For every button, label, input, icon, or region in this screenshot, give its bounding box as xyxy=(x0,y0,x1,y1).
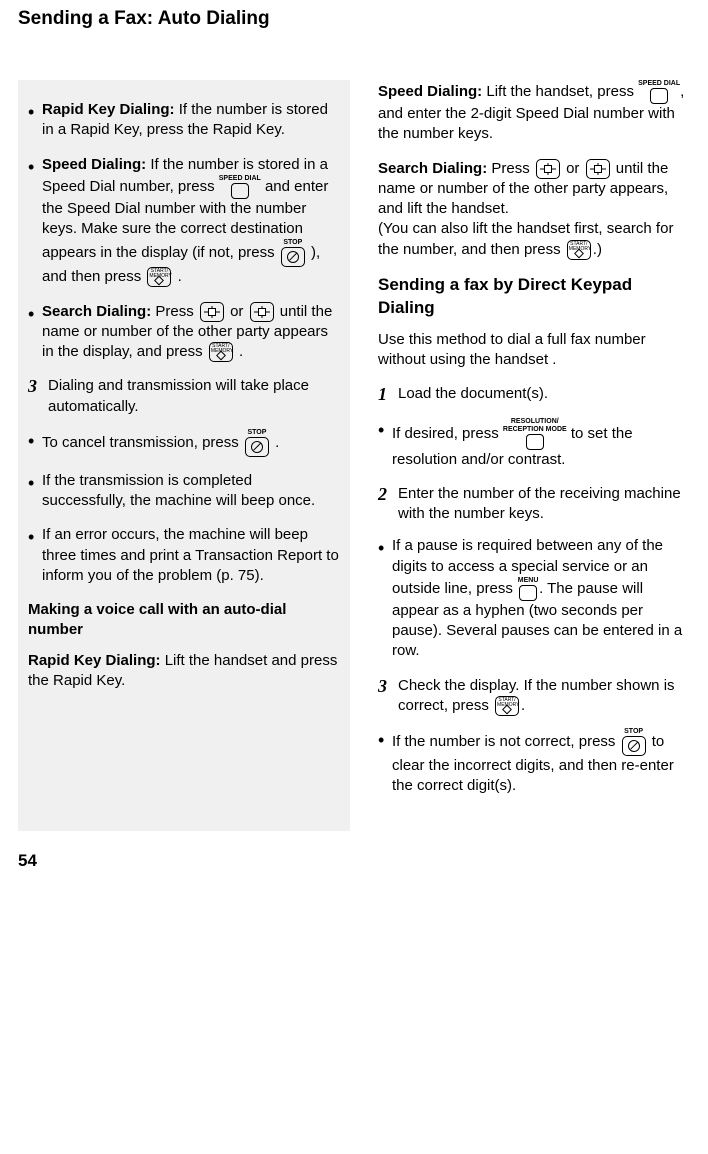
step-number: 3 xyxy=(378,676,398,717)
search-dial-label: Search Dialing: xyxy=(42,303,151,320)
page-title: Sending a Fax: Auto Dialing xyxy=(18,8,690,30)
step-1: 1 Load the document(s). xyxy=(378,384,690,406)
right-search-dial-text2: or xyxy=(566,160,584,177)
direct-dial-intro: Use this method to dial a full fax numbe… xyxy=(378,330,690,371)
page-number: 54 xyxy=(18,851,690,871)
success-text: If the transmission is completed success… xyxy=(42,471,340,512)
bullet-icon: • xyxy=(28,525,42,586)
step-1-text: Load the document(s). xyxy=(398,384,690,406)
step-3-text: Dialing and transmission will take place… xyxy=(48,376,340,417)
bullet-icon: • xyxy=(28,155,42,288)
step-2-text: Enter the number of the receiving machin… xyxy=(398,484,690,525)
bullet-icon: • xyxy=(378,728,392,797)
stop-key-icon: STOP xyxy=(243,429,271,457)
search-dial-text1: Press xyxy=(151,303,198,320)
speed-dial-key-icon: SPEED DIAL xyxy=(219,175,261,199)
bullet-icon: • xyxy=(28,302,42,363)
stop-key-icon: STOP xyxy=(620,728,648,756)
nav-key-icon xyxy=(250,302,274,322)
stop-key-icon: STOP xyxy=(279,239,307,267)
start-memory-key-icon: START/MEMORY xyxy=(147,267,171,287)
menu-key-icon: MENU xyxy=(517,577,539,601)
right-speed-dial: Speed Dialing: Lift the handset, press S… xyxy=(378,80,690,145)
right-search-dial-text1: Press xyxy=(487,160,534,177)
voice-rapid-block: Rapid Key Dialing: Lift the handset and … xyxy=(28,651,340,692)
bullet-icon: • xyxy=(378,536,392,661)
step3r-text1: Check the display. If the number shown i… xyxy=(398,677,675,714)
search-dial-text4: . xyxy=(239,343,243,360)
bullet-speed-dial: • Speed Dialing: If the number is stored… xyxy=(28,155,340,288)
bullet-rapid-key: • Rapid Key Dialing: If the number is st… xyxy=(28,100,340,141)
start-memory-key-icon: START/MEMORY xyxy=(209,342,233,362)
bullet-icon: • xyxy=(28,100,42,141)
nav-key-icon xyxy=(200,302,224,322)
bullet-icon: • xyxy=(28,429,42,457)
direct-dial-heading: Sending a fax by Direct Keypad Dialing xyxy=(378,274,690,320)
step-number: 3 xyxy=(28,376,48,417)
start-memory-key-icon: START/MEMORY xyxy=(567,240,591,260)
step-2: 2 Enter the number of the receiving mach… xyxy=(378,484,690,525)
bullet-cancel: • To cancel transmission, press STOP . xyxy=(28,429,340,457)
left-column: • Rapid Key Dialing: If the number is st… xyxy=(18,80,350,831)
right-search-dial-label: Search Dialing: xyxy=(378,160,487,177)
right-column: Speed Dialing: Lift the handset, press S… xyxy=(378,80,690,831)
bullet-success: • If the transmission is completed succe… xyxy=(28,471,340,512)
step-number: 2 xyxy=(378,484,398,525)
voice-rapid-label: Rapid Key Dialing: xyxy=(28,652,161,669)
voice-call-heading: Making a voice call with an auto-dial nu… xyxy=(28,600,340,641)
right-search-dial-text5: .) xyxy=(593,241,602,258)
bullet-pause: • If a pause is required between any of … xyxy=(378,536,690,661)
error-text: If an error occurs, the machine will bee… xyxy=(42,525,340,586)
right-search-dial-text4: (You can also lift the handset first, se… xyxy=(378,220,673,257)
rapid-key-label: Rapid Key Dialing: xyxy=(42,101,175,118)
speed-dial-text4: . xyxy=(178,268,182,285)
start-memory-key-icon: START/MEMORY xyxy=(495,696,519,716)
resolution-key-icon: RESOLUTION/RECEPTION MODE xyxy=(503,418,567,450)
step-number: 1 xyxy=(378,384,398,406)
right-speed-dial-label: Speed Dialing: xyxy=(378,83,482,100)
bullet-wrong-number: • If the number is not correct, press ST… xyxy=(378,728,690,797)
bullet-icon: • xyxy=(28,471,42,512)
speed-dial-key-icon: SPEED DIAL xyxy=(638,80,680,104)
bullet-resolution: • If desired, press RESOLUTION/RECEPTION… xyxy=(378,418,690,470)
step3r-text2: . xyxy=(521,697,525,714)
res-text1: If desired, press xyxy=(392,425,503,442)
bullet-search-dial: • Search Dialing: Press or until the nam… xyxy=(28,302,340,363)
cancel-text2: . xyxy=(275,434,279,451)
step-3-right: 3 Check the display. If the number shown… xyxy=(378,676,690,717)
bullet-error: • If an error occurs, the machine will b… xyxy=(28,525,340,586)
wrong-text1: If the number is not correct, press xyxy=(392,733,620,750)
right-search-dial: Search Dialing: Press or until the name … xyxy=(378,159,690,260)
bullet-icon: • xyxy=(378,418,392,470)
speed-dial-label: Speed Dialing: xyxy=(42,156,146,173)
nav-key-icon xyxy=(536,159,560,179)
nav-key-icon xyxy=(586,159,610,179)
right-speed-dial-text1: Lift the handset, press xyxy=(482,83,638,100)
cancel-text1: To cancel transmission, press xyxy=(42,434,243,451)
step-3: 3 Dialing and transmission will take pla… xyxy=(28,376,340,417)
search-dial-text2: or xyxy=(230,303,248,320)
